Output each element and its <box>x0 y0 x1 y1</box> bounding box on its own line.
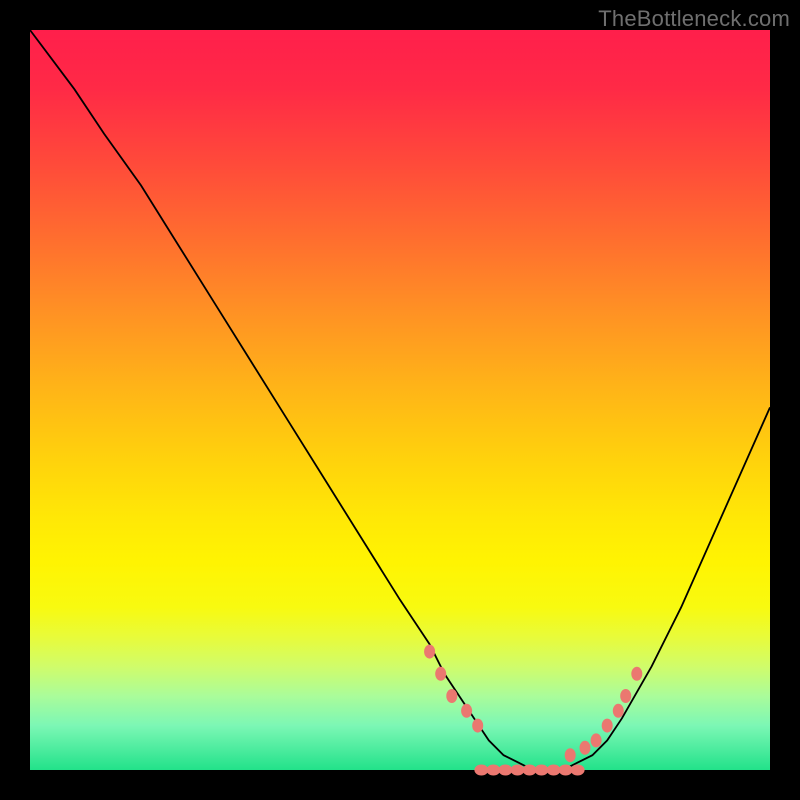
flat-cap <box>498 765 512 776</box>
marker-dot <box>472 719 483 733</box>
flat-cap <box>535 765 549 776</box>
marker-dot <box>461 704 472 718</box>
outer-frame: TheBottleneck.com <box>0 0 800 800</box>
flat-cap <box>511 765 525 776</box>
marker-dot <box>613 704 624 718</box>
marker-dot <box>424 645 435 659</box>
marker-dot <box>446 689 457 703</box>
flat-cap <box>474 765 488 776</box>
marker-dot <box>580 741 591 755</box>
marker-dots <box>424 645 642 763</box>
flat-cap <box>559 765 573 776</box>
marker-dot <box>631 667 642 681</box>
flat-cap <box>547 765 561 776</box>
flat-cap <box>486 765 500 776</box>
flat-bottom-caps <box>474 765 584 776</box>
flat-cap <box>523 765 537 776</box>
marker-dot <box>435 667 446 681</box>
chart-layer <box>30 30 770 776</box>
marker-dot <box>591 733 602 747</box>
marker-dot <box>602 719 613 733</box>
chart-svg <box>0 0 800 800</box>
marker-dot <box>620 689 631 703</box>
flat-cap <box>571 765 585 776</box>
marker-dot <box>565 748 576 762</box>
bottleneck-curve <box>30 30 770 770</box>
